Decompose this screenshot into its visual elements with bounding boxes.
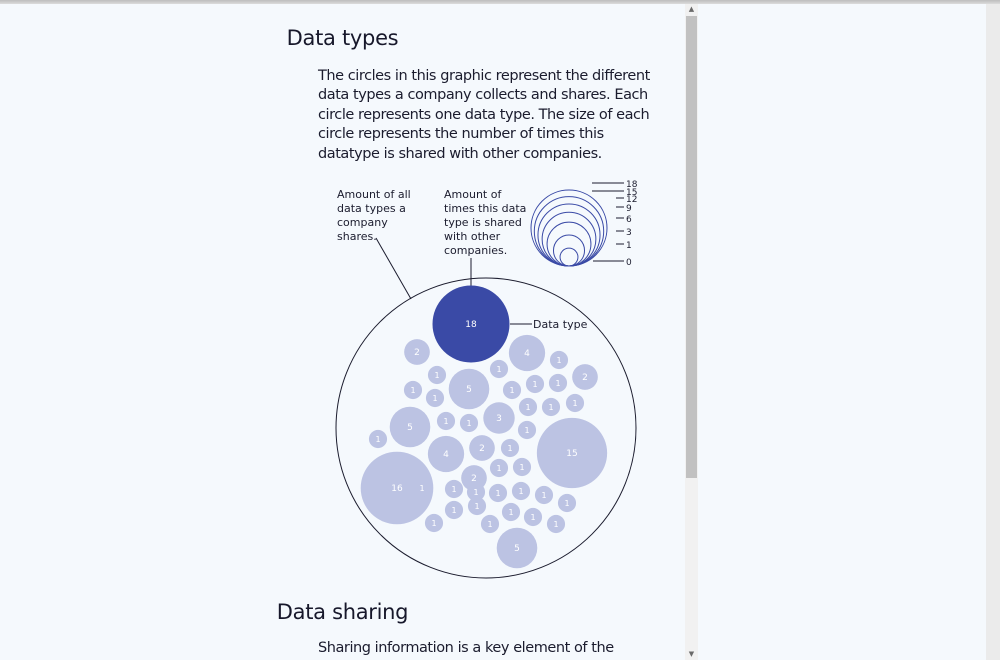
bubble-value-label: 1 — [443, 417, 448, 426]
bubble-value-label: 1 — [473, 488, 478, 497]
bubble-value-label: 1 — [451, 506, 456, 515]
legend-circle — [530, 189, 608, 267]
bubble-value-label: 1 — [432, 394, 437, 403]
annotation-line: data types a — [337, 202, 406, 215]
annotation-line: Amount of all — [337, 188, 411, 201]
data-sharing-paragraph: Sharing information is a key element of … — [318, 640, 614, 656]
bubble-value-label: 1 — [564, 499, 569, 508]
data-types-graphic: 18151296310 Amount of all data types a com… — [335, 180, 638, 579]
bubble-value-label: 1 — [495, 489, 500, 498]
bubble-value-label: 1 — [553, 520, 558, 529]
bubble-value-label: 18 — [465, 320, 477, 330]
annotation-line: shares. — [337, 230, 377, 243]
bubble-value-label: 2 — [471, 474, 477, 484]
bubble-value-label: 3 — [496, 414, 502, 424]
bubble-value-label: 1 — [434, 371, 439, 380]
all-types-annotation: Amount of all data types a company shares. — [337, 188, 411, 243]
bubble-value-label: 1 — [524, 426, 529, 435]
bubble-value-label: 1 — [548, 403, 553, 412]
vertical-scrollbar[interactable]: ▲ ▼ — [685, 4, 698, 660]
size-legend: 18151296310 — [530, 180, 638, 268]
scroll-down-arrow-icon[interactable]: ▼ — [685, 649, 698, 660]
bubble-value-label: 4 — [443, 450, 449, 460]
legend-label: 3 — [626, 228, 632, 238]
bubble-value-label: 1 — [431, 519, 436, 528]
times-shared-annotation: Amount of times this data type is shared wi… — [444, 188, 526, 257]
bubble-value-label: 1 — [518, 487, 523, 496]
bubble-value-label: 1 — [487, 520, 492, 529]
bubble-value-label: 1 — [556, 356, 561, 365]
bubble-value-label: 2 — [582, 373, 588, 383]
legend-circle — [552, 234, 586, 267]
annotation-line: Amount of — [444, 188, 502, 201]
legend-label: 0 — [626, 258, 632, 268]
bubble-value-label: 1 — [410, 386, 415, 395]
legend-label: 1 — [626, 241, 632, 251]
bubble-value-label: 1 — [525, 403, 530, 412]
bubble-value-label: 1 — [507, 444, 512, 453]
scroll-thumb[interactable] — [686, 16, 697, 478]
legend-circle — [546, 221, 592, 267]
bubble-value-label: 1 — [496, 365, 501, 374]
bubble-value-label: 1 — [474, 502, 479, 511]
legend-circle — [533, 196, 605, 267]
bubble-value-label: 5 — [466, 385, 472, 395]
content-panel: Data types The circles in this graphic r… — [0, 4, 685, 660]
bubble-value-label: 2 — [479, 444, 485, 454]
data-type-annotation: Data type — [533, 318, 588, 331]
bubble-value-label: 1 — [555, 379, 560, 388]
bubble-value-label: 1 — [519, 463, 524, 472]
legend-label: 9 — [626, 204, 632, 214]
bubble-value-label: 1 — [496, 464, 501, 473]
bubble-value-label: 4 — [524, 349, 530, 359]
section-title-data-sharing: Data sharing — [276, 600, 409, 624]
legend-label: 6 — [626, 215, 632, 225]
all-types-pointer — [375, 237, 412, 300]
bubble-value-label: 5 — [514, 544, 520, 554]
window-edge — [986, 4, 1000, 660]
bubble-value-label: 1 — [451, 485, 456, 494]
bubble-value-label: 1 — [541, 491, 546, 500]
bubble-value-label: 5 — [407, 423, 413, 433]
bubble-value-label: 1 — [375, 435, 380, 444]
bubble-value-label: 1 — [419, 484, 424, 493]
bubble-value-label: 1 — [530, 513, 535, 522]
bubble-value-label: 1 — [508, 508, 513, 517]
right-empty-panel — [698, 4, 986, 660]
bubble-value-label: 2 — [414, 348, 420, 358]
annotation-line: companies. — [444, 244, 507, 257]
bubble-value-label: 1 — [466, 419, 471, 428]
annotation-line: times this data — [444, 202, 526, 215]
bubble-value-label: 1 — [572, 399, 577, 408]
bubble-value-label: 1 — [532, 380, 537, 389]
bubble-value-label: 1 — [509, 386, 514, 395]
bubble-value-label: 16 — [391, 484, 403, 494]
annotation-line: company — [337, 216, 388, 229]
legend-circle — [541, 211, 597, 267]
legend-circle — [559, 247, 579, 267]
annotation-line: type is shared — [444, 216, 522, 229]
scroll-up-arrow-icon[interactable]: ▲ — [685, 4, 698, 15]
bubble-value-label: 15 — [566, 449, 577, 459]
annotation-line: with other — [444, 230, 501, 243]
